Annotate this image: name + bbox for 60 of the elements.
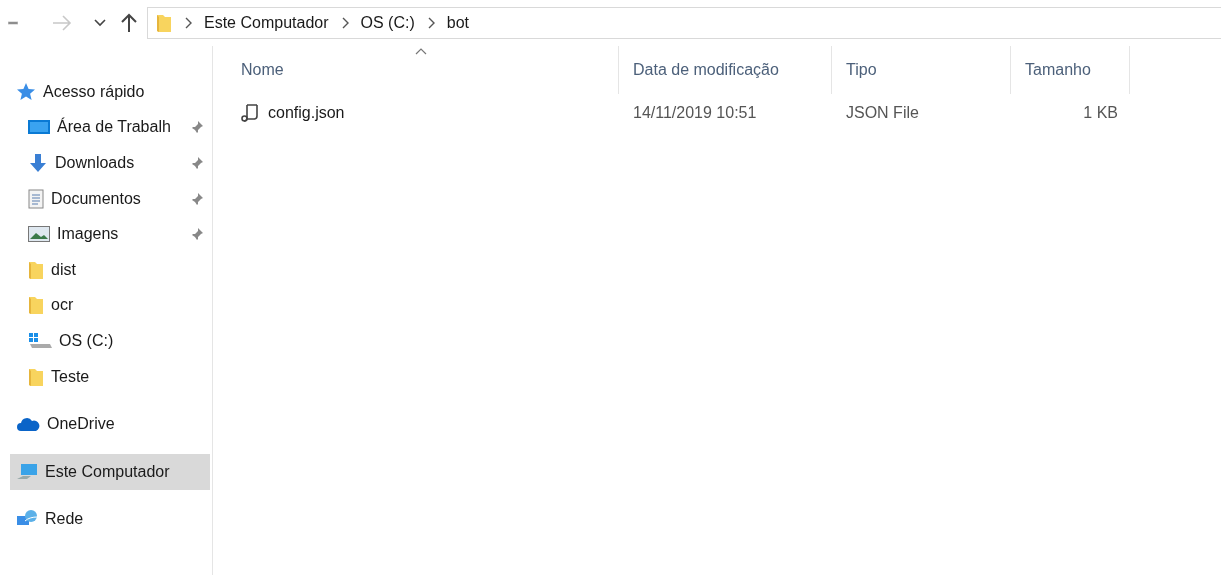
folder-icon — [156, 13, 172, 33]
sidebar-label: Documentos — [51, 189, 141, 208]
column-header[interactable]: Nome — [227, 46, 619, 94]
pin-icon[interactable] — [190, 191, 204, 206]
cloud-icon — [16, 416, 40, 433]
sidebar-label: OS (C:) — [59, 331, 114, 350]
sidebar-item[interactable]: Rede — [10, 501, 210, 538]
sidebar-label: OneDrive — [47, 415, 115, 434]
sidebar-label: Este Computador — [45, 462, 170, 481]
drive-icon — [28, 331, 52, 350]
sidebar-item[interactable]: Este Computador — [10, 453, 210, 490]
document-icon — [28, 188, 44, 209]
download-icon — [28, 153, 48, 173]
star-icon — [16, 81, 36, 102]
address-bar[interactable]: Este Computador OS (C:) bot — [147, 7, 1221, 39]
table-cell-text: 14/11/2019 10:51 — [632, 104, 758, 122]
sidebar-label: Acesso rápido — [43, 82, 145, 101]
file-name[interactable]: config.json — [268, 104, 345, 122]
pin-icon[interactable] — [190, 156, 204, 170]
folder-icon — [28, 366, 44, 387]
sidebar-item[interactable]: Área de Trabalh — [0, 109, 212, 146]
sidebar-item[interactable]: Downloads — [0, 145, 212, 181]
column-header[interactable]: Data de modificação — [619, 46, 832, 94]
sidebar-item[interactable]: ocr — [0, 287, 212, 324]
sidebar-item[interactable]: OneDrive — [10, 406, 210, 442]
sidebar-item[interactable]: dist — [0, 251, 212, 288]
sidebar-label: ocr — [51, 296, 74, 315]
column-header[interactable]: Tipo — [832, 46, 1011, 94]
sidebar-item[interactable]: Imagens — [0, 216, 212, 252]
computer-icon — [16, 462, 38, 481]
pin-icon[interactable] — [190, 120, 204, 135]
sidebar-item[interactable]: OS (C:) — [0, 323, 212, 359]
chevron-right-icon[interactable] — [426, 17, 435, 29]
script-file-icon — [241, 103, 259, 123]
folder-icon — [28, 259, 44, 280]
breadcrumb[interactable]: bot — [446, 14, 469, 32]
breadcrumb[interactable]: OS (C:) — [360, 14, 415, 32]
sidebar-label: Área de Trabalh — [57, 118, 171, 137]
sidebar-item[interactable]: Documentos — [0, 180, 212, 217]
up-arrow-icon[interactable] — [121, 13, 137, 33]
back-icon[interactable] — [8, 21, 18, 25]
breadcrumb[interactable]: Este Computador — [204, 14, 329, 32]
sidebar-label: Imagens — [57, 225, 119, 244]
sidebar-item[interactable]: Acesso rápido — [10, 74, 210, 110]
sidebar-item[interactable]: Teste — [0, 358, 212, 395]
image-icon — [28, 226, 50, 243]
pin-icon[interactable] — [190, 227, 204, 242]
monitor-icon — [28, 119, 50, 136]
chevron-down-icon[interactable] — [94, 19, 106, 27]
table-cell-text: JSON File — [845, 104, 920, 122]
chevron-right-icon[interactable] — [184, 17, 192, 29]
sidebar-label: Downloads — [55, 154, 135, 172]
table-cell-text: 1 KB — [1082, 104, 1119, 122]
chevron-right-icon[interactable] — [340, 17, 349, 29]
sidebar-label: dist — [51, 260, 76, 279]
folder-icon — [28, 295, 44, 316]
sidebar-label: Teste — [51, 367, 90, 386]
sidebar-label: Rede — [45, 510, 84, 529]
sort-ascending-icon — [414, 48, 427, 55]
column-header[interactable]: Tamanho — [1011, 46, 1130, 94]
